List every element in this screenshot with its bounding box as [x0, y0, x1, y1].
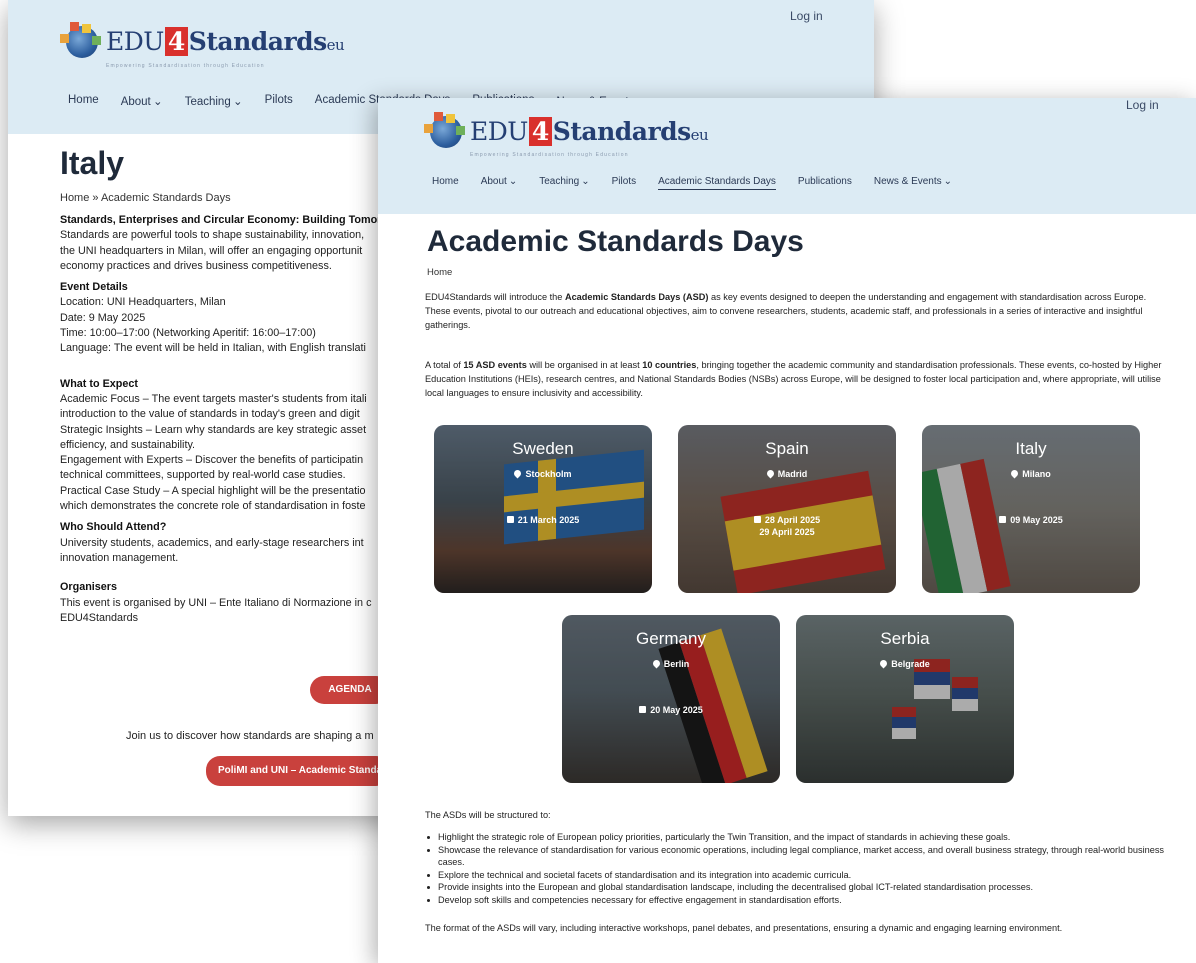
location-pin-icon [765, 468, 776, 479]
closing-paragraph: The format of the ASDs will vary, includ… [425, 923, 1063, 933]
card-date: 21 March 2025 [434, 514, 652, 526]
card-country: Sweden [512, 439, 574, 458]
text-line: technical committees, supported by real-… [60, 469, 346, 482]
nav-about[interactable]: About ⌄ [121, 94, 163, 108]
calendar-icon [753, 516, 761, 523]
structured-intro: The ASDs will be structured to: [425, 810, 551, 820]
nav-teaching[interactable]: Teaching ⌄ [185, 94, 243, 108]
text-line: Language: The event will be held in Ital… [60, 342, 366, 355]
main-nav: Home About ⌄ Teaching ⌄ Pilots Academic … [432, 176, 952, 190]
polimi-uni-button[interactable]: PoliMI and UNI – Academic Standa [206, 756, 390, 786]
nav-teaching[interactable]: Teaching ⌄ [539, 176, 589, 190]
logo-wordmark: EDU 4 Standardseu [106, 26, 345, 56]
logo-tagline: Empowering Standardisation through Educa… [106, 63, 265, 69]
breadcrumb[interactable]: Home » Academic Standards Days [60, 192, 231, 204]
join-text: Join us to discover how standards are sh… [126, 730, 374, 742]
text-line: Engagement with Experts – Discover the b… [60, 454, 364, 467]
text-line: Standards are powerful tools to shape su… [60, 229, 365, 242]
nav-home[interactable]: Home [432, 176, 459, 190]
text-line: the UNI headquarters in Milan, will offe… [60, 244, 363, 257]
asd-page-window: EDU 4 Standardseu Empowering Standardisati… [378, 98, 1196, 963]
event-card-spain[interactable]: Spain Madrid 28 April 2025 29 April 2025 [678, 425, 896, 593]
card-date: 28 April 2025 29 April 2025 [678, 514, 896, 538]
text-line: efficiency, and sustainability. [60, 438, 196, 451]
calendar-icon [639, 706, 647, 713]
location-pin-icon [1009, 468, 1020, 479]
organisers-heading: Organisers [60, 581, 118, 594]
card-date: 09 May 2025 [922, 514, 1140, 526]
location-pin-icon [651, 658, 662, 669]
event-card-germany[interactable]: Germany Berlin 20 May 2025 [562, 615, 780, 783]
text-line: innovation management. [60, 551, 179, 564]
page-title: Academic Standards Days [427, 225, 804, 258]
nav-academic-standards-days[interactable]: Academic Standards Days [658, 176, 776, 190]
list-item: Explore the technical and societal facet… [427, 869, 1178, 882]
card-country: Italy [1015, 439, 1047, 458]
nav-pilots[interactable]: Pilots [265, 94, 293, 108]
card-country: Germany [636, 629, 706, 648]
card-city: Berlin [562, 658, 780, 669]
list-item: Showcase the relevance of standardisatio… [427, 844, 1178, 869]
italy-event-content: Standards, Enterprises and Circular Econ… [60, 213, 400, 626]
card-date: 20 May 2025 [562, 704, 780, 716]
nav-news-events[interactable]: News & Events ⌄ [874, 176, 952, 190]
location-pin-icon [878, 658, 889, 669]
login-link[interactable]: Log in [1126, 98, 1159, 112]
text-line: Time: 10:00–17:00 (Networking Aperitif: … [60, 327, 316, 340]
list-item: Develop soft skills and competencies nec… [427, 894, 1178, 907]
text-line: economy practices and drives business co… [60, 259, 332, 272]
text-line: EDU4Standards [60, 611, 139, 624]
event-details-heading: Event Details [60, 281, 128, 294]
text-line: Academic Focus – The event targets maste… [60, 392, 367, 405]
nav-home[interactable]: Home [68, 94, 99, 108]
what-to-expect-heading: What to Expect [60, 377, 138, 390]
card-city: Madrid [678, 468, 896, 479]
list-item: Provide insights into the European and g… [427, 881, 1178, 894]
events-paragraph: A total of 15 ASD events will be organis… [425, 360, 1162, 398]
intro-heading: Standards, Enterprises and Circular Econ… [60, 214, 382, 226]
globe-logo-icon [424, 112, 466, 150]
who-should-attend-heading: Who Should Attend? [60, 521, 167, 534]
text-line: Practical Case Study – A special highlig… [60, 484, 366, 497]
site-logo[interactable]: EDU 4 Standardseu [60, 22, 345, 60]
card-city: Belgrade [796, 658, 1014, 669]
globe-logo-icon [60, 22, 102, 60]
card-city: Stockholm [434, 468, 652, 479]
card-country: Serbia [880, 629, 930, 648]
logo-wordmark: EDU 4 Standardseu [470, 116, 709, 146]
nav-publications[interactable]: Publications [798, 176, 852, 190]
calendar-icon [999, 516, 1007, 523]
location-pin-icon [513, 468, 523, 479]
text-line: Strategic Insights – Learn why standards… [60, 423, 367, 436]
site-logo[interactable]: EDU 4 Standardseu [424, 112, 709, 150]
asd-objectives-list: Highlight the strategic role of European… [427, 831, 1178, 907]
breadcrumb[interactable]: Home [427, 267, 452, 278]
event-card-serbia[interactable]: Serbia Belgrade [796, 615, 1014, 783]
list-item: Highlight the strategic role of European… [427, 831, 1178, 844]
text-line: introduction to the value of standards i… [60, 408, 360, 421]
event-card-italy[interactable]: Italy Milano 09 May 2025 [922, 425, 1140, 593]
intro-paragraph: EDU4Standards will introduce the Academi… [425, 292, 1147, 330]
text-line: Date: 9 May 2025 [60, 311, 146, 324]
site-header: EDU 4 Standardseu Empowering Standardisati… [378, 98, 1196, 214]
event-card-sweden[interactable]: Sweden Stockholm 21 March 2025 [434, 425, 652, 593]
calendar-icon [506, 516, 514, 523]
text-line: which demonstrates the concrete role of … [60, 500, 366, 513]
page-title: Italy [60, 145, 125, 181]
text-line: University students, academics, and earl… [60, 536, 364, 549]
logo-tagline: Empowering Standardisation through Educa… [470, 152, 629, 158]
screenshot-stage: EDU 4 Standardseu Empowering Standardisati… [0, 0, 1196, 963]
text-line: This event is organised by UNI – Ente It… [60, 596, 372, 609]
card-country: Spain [765, 439, 809, 458]
nav-about[interactable]: About ⌄ [481, 176, 518, 190]
nav-pilots[interactable]: Pilots [612, 176, 636, 190]
text-line: Location: UNI Headquarters, Milan [60, 296, 226, 309]
card-city: Milano [922, 468, 1140, 479]
login-link[interactable]: Log in [790, 9, 823, 23]
